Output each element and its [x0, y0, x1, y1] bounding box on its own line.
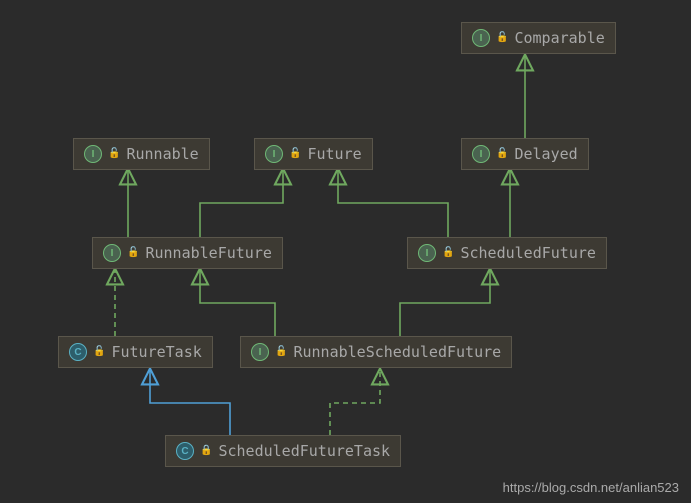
interface-icon: I — [418, 244, 436, 262]
watermark-text: https://blog.csdn.net/anlian523 — [503, 480, 679, 495]
unlock-icon: 🔓 — [127, 248, 139, 258]
unlock-icon: 🔓 — [496, 33, 508, 43]
unlock-icon: 🔓 — [442, 248, 454, 258]
node-futuretask: C 🔓 FutureTask — [58, 336, 213, 368]
node-scheduledfuture: I 🔓 ScheduledFuture — [407, 237, 607, 269]
node-label: RunnableFuture — [145, 244, 271, 262]
node-runnablescheduledfuture: I 🔓 RunnableScheduledFuture — [240, 336, 512, 368]
interface-icon: I — [265, 145, 283, 163]
node-label: Comparable — [514, 29, 604, 47]
interface-icon: I — [251, 343, 269, 361]
class-icon: C — [69, 343, 87, 361]
node-future: I 🔓 Future — [254, 138, 373, 170]
node-label: ScheduledFuture — [460, 244, 595, 262]
interface-icon: I — [472, 145, 490, 163]
node-label: RunnableScheduledFuture — [293, 343, 501, 361]
unlock-icon: 🔓 — [93, 347, 105, 357]
node-delayed: I 🔓 Delayed — [461, 138, 589, 170]
node-label: Future — [307, 145, 361, 163]
node-scheduledfuturetask: C 🔒 ScheduledFutureTask — [165, 435, 401, 467]
lock-icon: 🔒 — [200, 446, 212, 456]
unlock-icon: 🔓 — [496, 149, 508, 159]
node-comparable: I 🔓 Comparable — [461, 22, 616, 54]
node-runnable: I 🔓 Runnable — [73, 138, 210, 170]
unlock-icon: 🔓 — [108, 149, 120, 159]
class-icon: C — [176, 442, 194, 460]
unlock-icon: 🔓 — [289, 149, 301, 159]
node-label: Delayed — [514, 145, 577, 163]
interface-icon: I — [84, 145, 102, 163]
interface-icon: I — [472, 29, 490, 47]
node-label: FutureTask — [111, 343, 201, 361]
node-label: Runnable — [126, 145, 198, 163]
unlock-icon: 🔓 — [275, 347, 287, 357]
interface-icon: I — [103, 244, 121, 262]
node-runnablefuture: I 🔓 RunnableFuture — [92, 237, 283, 269]
node-label: ScheduledFutureTask — [218, 442, 390, 460]
